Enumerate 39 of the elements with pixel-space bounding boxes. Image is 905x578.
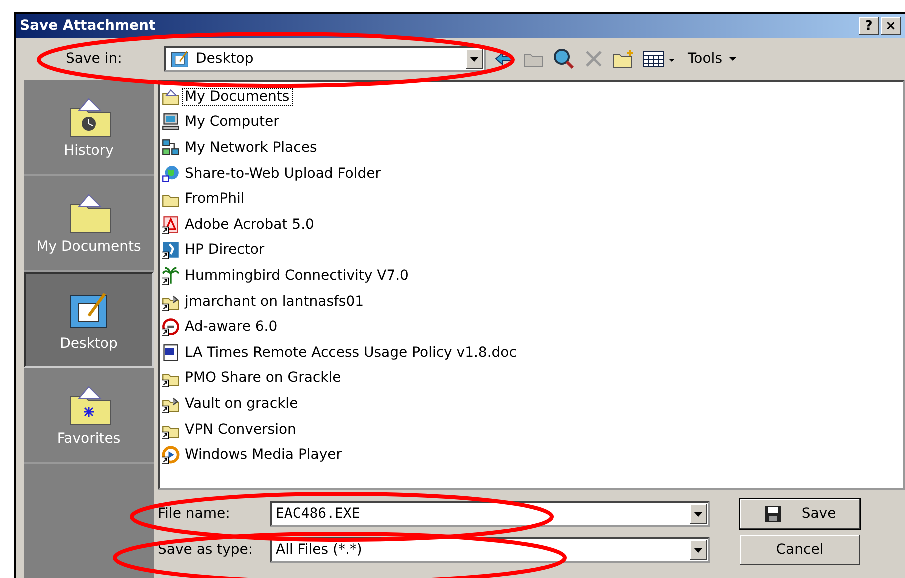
file-list-item[interactable]: PMO Share on Grackle — [182, 369, 344, 388]
caret-icon — [728, 57, 736, 61]
file-name-label: File name: — [158, 506, 232, 522]
help-button[interactable]: ? — [859, 17, 879, 35]
file-list-item[interactable]: HP Director — [182, 241, 268, 260]
tools-menu-button[interactable]: Tools — [684, 51, 740, 67]
file-list-item[interactable]: My Computer — [182, 113, 282, 132]
save-in-dropdown[interactable]: Desktop — [164, 46, 486, 72]
desktop-icon — [170, 49, 190, 69]
cancel-button[interactable]: Cancel — [740, 535, 860, 565]
file-list-item[interactable]: My Documents — [182, 88, 293, 106]
file-list-item[interactable]: Adobe Acrobat 5.0 — [182, 216, 318, 234]
save-button[interactable]: Save — [740, 499, 860, 529]
file-list-item[interactable]: Vault on grackle — [182, 394, 302, 413]
file-icon — [162, 88, 180, 106]
save-as-type-value: All Files (*.*) — [276, 542, 362, 558]
search-icon[interactable] — [552, 47, 576, 71]
file-icon — [162, 344, 180, 362]
file-list-item[interactable]: Share-to-Web Upload Folder — [182, 164, 384, 183]
file-list-item[interactable]: jmarchant on lantnasfs01 — [182, 292, 368, 311]
file-icon — [162, 164, 180, 183]
file-list-item[interactable]: Windows Media Player — [182, 446, 346, 464]
places-bar-item[interactable]: Desktop — [24, 272, 154, 368]
file-list-item[interactable]: LA Times Remote Access Usage Policy v1.8.doc — [182, 344, 520, 362]
save-in-value: Desktop — [196, 51, 254, 67]
close-button[interactable]: × — [881, 17, 901, 35]
file-list-item[interactable]: VPN Conversion — [182, 420, 300, 439]
save-in-label: Save in: — [65, 51, 124, 67]
window-title: Save Attachment — [20, 18, 157, 34]
file-icon — [162, 138, 180, 157]
file-list-item[interactable]: My Network Places — [182, 138, 320, 157]
file-list-item[interactable]: FromPhil — [182, 190, 248, 208]
file-list-item[interactable]: Ad-aware 6.0 — [182, 318, 281, 336]
file-name-field[interactable]: EAC486.EXE — [270, 501, 710, 527]
save-as-type-dropdown[interactable]: All Files (*.*) — [270, 537, 710, 563]
file-name-value: EAC486.EXE — [276, 506, 360, 522]
file-icon — [162, 113, 180, 132]
file-list-item[interactable]: Hummingbird Connectivity V7.0 — [182, 266, 412, 285]
new-folder-icon[interactable] — [612, 47, 636, 71]
